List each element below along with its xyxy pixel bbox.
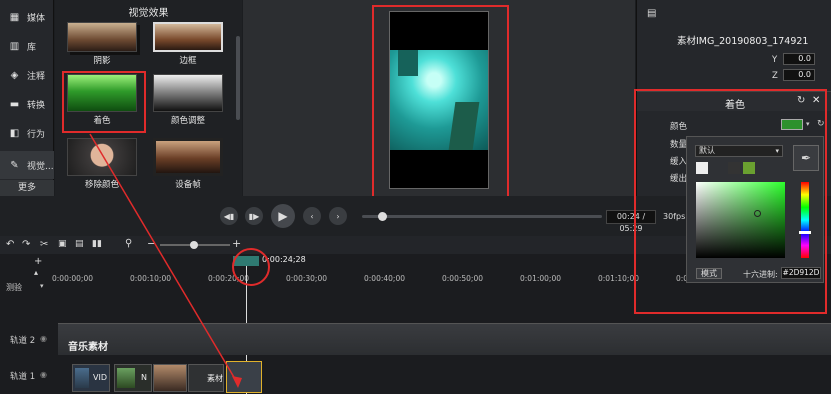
annotation-arrow bbox=[89, 133, 242, 388]
